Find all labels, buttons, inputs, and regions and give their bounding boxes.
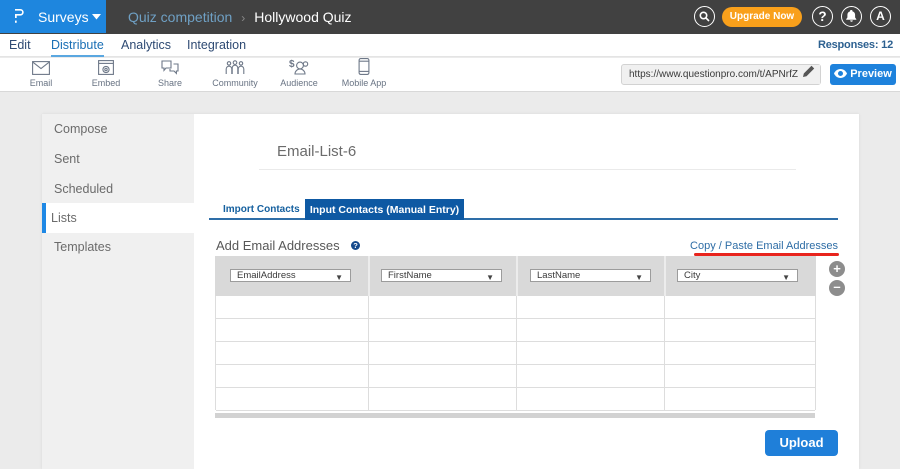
svg-text:$: $ xyxy=(289,59,295,70)
